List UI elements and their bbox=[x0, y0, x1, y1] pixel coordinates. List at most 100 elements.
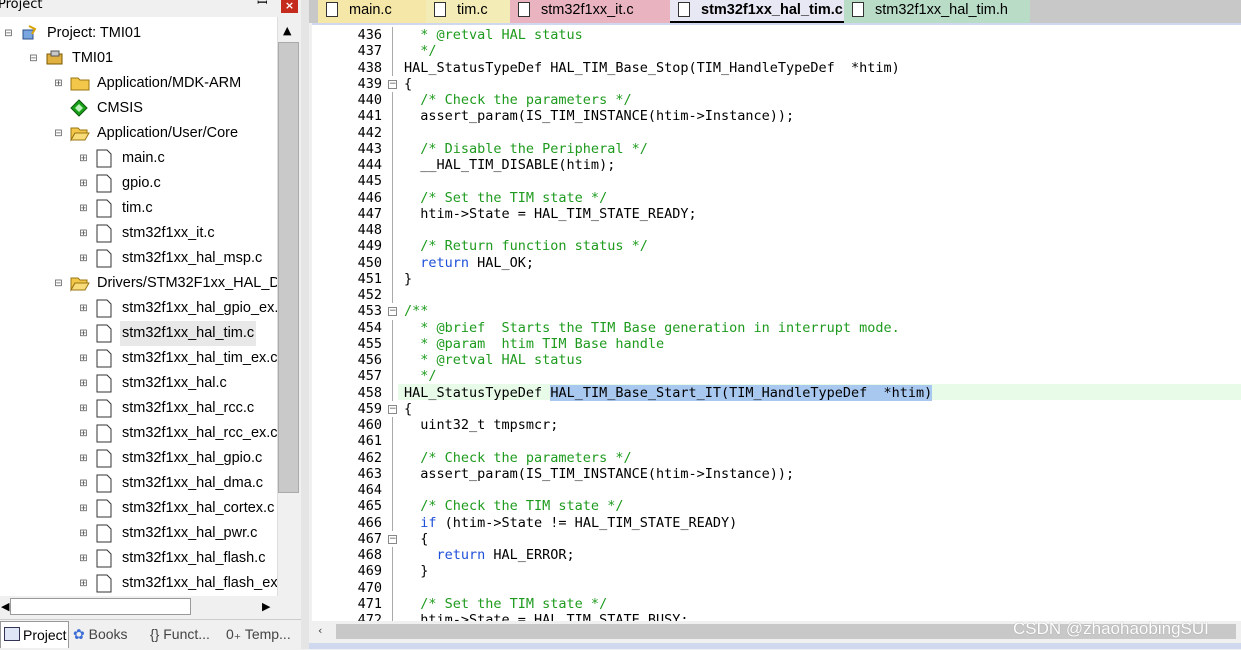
editor-tab-label: stm32f1xx_it.c bbox=[541, 2, 634, 18]
tree-node[interactable]: ⊞ stm32f1xx_hal_rcc_ex.c bbox=[0, 421, 277, 446]
scroll-left-icon[interactable]: ◀ bbox=[1, 600, 9, 613]
editor-tab[interactable]: main.c bbox=[318, 0, 426, 23]
code-line: assert_param(IS_TIM_INSTANCE(htim->Insta… bbox=[404, 466, 794, 482]
code-token: (htim->State != HAL_TIM_STATE_READY) bbox=[436, 514, 738, 531]
expand-icon[interactable]: ⊞ bbox=[79, 329, 88, 339]
code-line: */ bbox=[404, 368, 436, 384]
fold-toggle-icon[interactable]: − bbox=[388, 404, 397, 414]
editor-tab[interactable]: stm32f1xx_it.c bbox=[510, 0, 670, 23]
tab-project[interactable]: Project bbox=[0, 621, 69, 648]
file-icon bbox=[95, 524, 113, 543]
expand-icon[interactable]: ⊞ bbox=[79, 429, 88, 439]
watermark: CSDN @zhaohaobingSUI bbox=[1013, 619, 1209, 638]
line-number: 446 bbox=[357, 189, 382, 206]
expand-icon[interactable]: ⊞ bbox=[79, 579, 88, 589]
collapse-icon[interactable]: ⊟ bbox=[29, 54, 38, 64]
tab-books[interactable]: ✿ Books bbox=[73, 621, 143, 647]
editor-scroll-left-icon[interactable]: ‹ bbox=[318, 624, 322, 637]
tree-node-label: CMSIS bbox=[97, 100, 143, 116]
tab-functions-label: {} Funct... bbox=[150, 626, 210, 642]
file-icon bbox=[95, 574, 113, 593]
tree-node-label: stm32f1xx_hal_cortex.c bbox=[122, 500, 275, 516]
open-folder-icon bbox=[70, 124, 90, 143]
code-token: HAL_StatusTypeDef bbox=[404, 384, 551, 401]
collapse-icon[interactable]: ⊟ bbox=[4, 29, 13, 39]
tree-node[interactable]: ⊞ stm32f1xx_hal_tim_ex.c bbox=[0, 346, 277, 371]
collapse-icon[interactable]: ⊟ bbox=[54, 129, 63, 139]
pin-icon[interactable]: ꟷ bbox=[257, 0, 268, 10]
tab-functions[interactable]: {} Funct... bbox=[150, 621, 222, 647]
collapse-icon[interactable]: ⊟ bbox=[54, 279, 63, 289]
expand-icon[interactable]: ⊞ bbox=[79, 304, 88, 314]
line-number: 454 bbox=[357, 319, 382, 336]
tree-node-label: stm32f1xx_hal_tim.c bbox=[120, 321, 257, 346]
line-number: 443 bbox=[357, 140, 382, 157]
code-token: uint32_t tmpsmcr; bbox=[404, 417, 559, 433]
tree-node[interactable]: ⊞ main.c bbox=[0, 146, 277, 171]
tree-node[interactable]: ⊞ stm32f1xx_hal_dma.c bbox=[0, 471, 277, 496]
tree-node[interactable]: ⊞ stm32f1xx_hal_cortex.c bbox=[0, 496, 277, 521]
tree-horizontal-scroll-thumb[interactable] bbox=[10, 598, 191, 615]
tree-node[interactable]: ⊞ tim.c bbox=[0, 196, 277, 221]
line-number: 450 bbox=[357, 254, 382, 271]
tree-node[interactable]: ⊞ stm32f1xx_hal_gpio.c bbox=[0, 446, 277, 471]
expand-icon[interactable]: ⊞ bbox=[54, 79, 63, 89]
tree-node[interactable]: ⊞ stm32f1xx_hal.c bbox=[0, 371, 277, 396]
tree-node[interactable]: ⊟ Application/User/Core bbox=[0, 121, 277, 146]
editor-tab[interactable]: stm32f1xx_hal_tim.h bbox=[844, 0, 1030, 23]
fold-toggle-icon[interactable]: − bbox=[388, 307, 397, 317]
expand-icon[interactable]: ⊞ bbox=[79, 229, 88, 239]
fold-toggle-icon[interactable]: − bbox=[388, 79, 397, 89]
tree-node[interactable]: CMSIS bbox=[0, 96, 277, 121]
tree-node[interactable]: ⊞ Application/MDK-ARM bbox=[0, 71, 277, 96]
tree-node[interactable]: ⊞ stm32f1xx_hal_flash_ex.c bbox=[0, 571, 277, 596]
expand-icon[interactable]: ⊞ bbox=[79, 454, 88, 464]
file-icon bbox=[95, 224, 113, 243]
tree-vertical-scroll-thumb[interactable] bbox=[278, 42, 299, 493]
expand-icon[interactable]: ⊞ bbox=[79, 204, 88, 214]
scroll-right-icon[interactable]: ▶ bbox=[262, 600, 270, 613]
fold-guide bbox=[392, 335, 393, 352]
code-line: __HAL_TIM_DISABLE(htim); bbox=[404, 157, 615, 173]
expand-icon[interactable]: ⊞ bbox=[79, 379, 88, 389]
editor-tab[interactable]: tim.c bbox=[426, 0, 510, 23]
line-number: 447 bbox=[357, 205, 382, 222]
line-number: 457 bbox=[357, 368, 382, 385]
close-icon[interactable]: × bbox=[281, 0, 298, 13]
tree-node[interactable]: ⊞ stm32f1xx_hal_tim.c bbox=[0, 321, 277, 346]
tree-node[interactable]: ⊞ stm32f1xx_hal_flash.c bbox=[0, 546, 277, 571]
tree-node[interactable]: ⊞ gpio.c bbox=[0, 171, 277, 196]
expand-icon[interactable]: ⊞ bbox=[79, 254, 88, 264]
fold-guide bbox=[392, 189, 393, 206]
tree-node[interactable]: ⊟ TMI01 bbox=[0, 46, 277, 71]
tree-node[interactable]: ⊞ stm32f1xx_hal_gpio_ex.c bbox=[0, 296, 277, 321]
expand-icon[interactable]: ⊞ bbox=[79, 179, 88, 189]
fold-guide bbox=[392, 222, 393, 239]
tree-node[interactable]: ⊞ stm32f1xx_hal_msp.c bbox=[0, 246, 277, 271]
code-token: /* Disable the Peripheral */ bbox=[404, 140, 648, 157]
tree-node-label: Project: TMI01 bbox=[47, 25, 142, 41]
fold-toggle-icon[interactable]: − bbox=[388, 534, 397, 544]
pane-splitter[interactable] bbox=[301, 0, 309, 649]
project-pane-header: Project ꟷ × bbox=[0, 0, 301, 15]
scroll-up-icon[interactable]: ▲ bbox=[283, 24, 291, 37]
tab-templates[interactable]: 0₊ Temp... bbox=[226, 621, 298, 647]
tree-node[interactable]: ⊞ stm32f1xx_hal_pwr.c bbox=[0, 521, 277, 546]
tree-node[interactable]: ⊞ stm32f1xx_it.c bbox=[0, 221, 277, 246]
expand-icon[interactable]: ⊞ bbox=[79, 404, 88, 414]
tree-node[interactable]: ⊟ Drivers/STM32F1xx_HAL_Driv bbox=[0, 271, 277, 296]
editor-tab[interactable]: stm32f1xx_hal_tim.c bbox=[670, 0, 844, 23]
expand-icon[interactable]: ⊞ bbox=[79, 354, 88, 364]
expand-icon[interactable]: ⊞ bbox=[79, 504, 88, 514]
tree-node-label: Application/MDK-ARM bbox=[97, 75, 242, 91]
tree-node[interactable]: ⊞ stm32f1xx_hal_rcc.c bbox=[0, 396, 277, 421]
expand-icon[interactable]: ⊞ bbox=[79, 479, 88, 489]
tree-node[interactable]: ⊟ Project: TMI01 bbox=[0, 21, 277, 46]
code-token: if bbox=[404, 514, 437, 531]
expand-icon[interactable]: ⊞ bbox=[79, 529, 88, 539]
expand-icon[interactable]: ⊞ bbox=[79, 554, 88, 564]
code-token: { bbox=[404, 400, 413, 417]
fold-guide bbox=[392, 27, 393, 44]
code-token: return bbox=[404, 254, 470, 271]
expand-icon[interactable]: ⊞ bbox=[79, 154, 88, 164]
